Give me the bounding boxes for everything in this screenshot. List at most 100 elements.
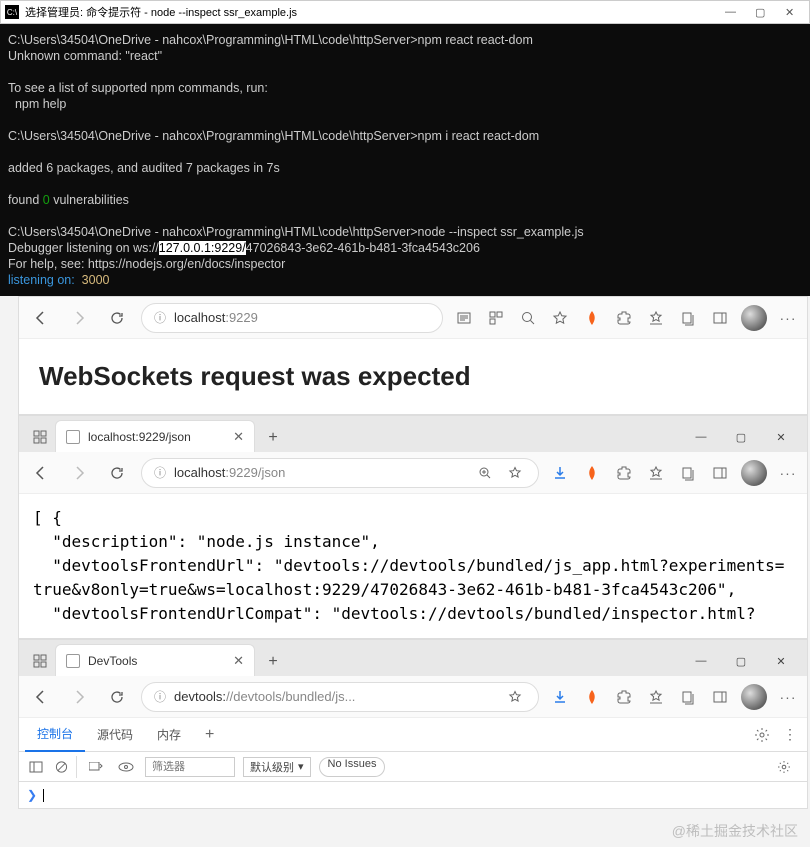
collections-icon[interactable]: [677, 307, 699, 329]
tab-console[interactable]: 控制台: [25, 718, 85, 752]
window-controls: — ▢ ✕: [681, 646, 801, 676]
url-text: devtools://devtools/bundled/js...: [174, 689, 496, 704]
address-bar[interactable]: ⓘ devtools://devtools/bundled/js...: [141, 682, 539, 712]
minimize-button[interactable]: —: [681, 646, 721, 676]
maximize-button[interactable]: ▢: [721, 422, 761, 452]
favorite-icon[interactable]: [504, 686, 526, 708]
context-selector[interactable]: [85, 756, 107, 778]
extensions-icon[interactable]: [613, 462, 635, 484]
filter-input[interactable]: [145, 757, 235, 777]
site-info-icon[interactable]: ⓘ: [154, 464, 166, 481]
qr-icon[interactable]: [485, 307, 507, 329]
terminal-title: 选择管理员: 命令提示符 - node --inspect ssr_exampl…: [25, 4, 725, 20]
page-icon: [66, 654, 80, 668]
console-input[interactable]: ❯: [19, 782, 807, 808]
page-heading: WebSockets request was expected: [33, 351, 793, 402]
extensions-icon[interactable]: [613, 307, 635, 329]
forward-button[interactable]: [65, 459, 93, 487]
devtools-menu-icon[interactable]: ⋮: [779, 724, 801, 746]
menu-button[interactable]: ···: [777, 307, 799, 329]
console-settings-icon[interactable]: [773, 756, 795, 778]
profile-avatar[interactable]: [741, 684, 767, 710]
sidebar-icon[interactable]: [709, 307, 731, 329]
sidebar-icon[interactable]: [709, 462, 731, 484]
terminal-window: C:\ 选择管理员: 命令提示符 - node --inspect ssr_ex…: [0, 0, 810, 296]
address-bar[interactable]: ⓘ localhost:9229: [141, 303, 443, 333]
tab-close-button[interactable]: ✕: [233, 429, 244, 445]
url-text: localhost:9229/json: [174, 465, 466, 480]
site-info-icon[interactable]: ⓘ: [154, 309, 166, 326]
favorites-list-icon[interactable]: [645, 686, 667, 708]
extension-icon-1[interactable]: [581, 307, 603, 329]
tab-sources[interactable]: 源代码: [85, 718, 145, 752]
favorites-list-icon[interactable]: [645, 307, 667, 329]
back-button[interactable]: [27, 459, 55, 487]
refresh-button[interactable]: [103, 459, 131, 487]
page-icon: [66, 430, 80, 444]
new-tab-button[interactable]: +: [259, 424, 287, 452]
add-tab-button[interactable]: +: [193, 718, 226, 752]
json-response[interactable]: [ { "description": "node.js instance", "…: [33, 506, 793, 626]
reader-icon[interactable]: [453, 307, 475, 329]
collections-icon[interactable]: [677, 686, 699, 708]
toggle-sidebar-icon[interactable]: [25, 756, 47, 778]
collections-icon[interactable]: [677, 462, 699, 484]
watermark: @稀土掘金技术社区: [672, 821, 798, 841]
browser-window-2: localhost:9229/json ✕ + — ▢ ✕ ⓘ localhos…: [18, 415, 808, 639]
close-button[interactable]: ✕: [761, 422, 801, 452]
extension-icon-1[interactable]: [581, 462, 603, 484]
url-text: localhost:9229: [174, 310, 430, 325]
favorites-list-icon[interactable]: [645, 462, 667, 484]
minimize-button[interactable]: —: [681, 422, 721, 452]
browser-tab[interactable]: localhost:9229/json ✕: [55, 420, 255, 452]
window-controls: — ▢ ✕: [681, 422, 801, 452]
close-button[interactable]: ✕: [785, 6, 797, 18]
live-expression-icon[interactable]: [115, 756, 137, 778]
refresh-button[interactable]: [103, 683, 131, 711]
text-cursor: [43, 789, 44, 802]
settings-icon[interactable]: [751, 724, 773, 746]
tab-close-button[interactable]: ✕: [233, 653, 244, 669]
profile-avatar[interactable]: [741, 305, 767, 331]
forward-button[interactable]: [65, 304, 93, 332]
extensions-icon[interactable]: [613, 686, 635, 708]
site-info-icon[interactable]: ⓘ: [154, 688, 166, 705]
download-icon[interactable]: [549, 462, 571, 484]
menu-button[interactable]: ···: [777, 462, 799, 484]
sidebar-icon[interactable]: [709, 686, 731, 708]
download-icon[interactable]: [549, 686, 571, 708]
forward-button[interactable]: [65, 683, 93, 711]
close-button[interactable]: ✕: [761, 646, 801, 676]
new-tab-button[interactable]: +: [259, 648, 287, 676]
favorite-icon[interactable]: [504, 462, 526, 484]
back-button[interactable]: [27, 304, 55, 332]
menu-button[interactable]: ···: [777, 686, 799, 708]
tab-actions-button[interactable]: [25, 646, 55, 676]
tab-memory[interactable]: 内存: [145, 718, 193, 752]
profile-avatar[interactable]: [741, 460, 767, 486]
tab-title: localhost:9229/json: [88, 430, 225, 444]
terminal-output[interactable]: C:\Users\34504\OneDrive - nahcox\Program…: [0, 24, 810, 296]
address-bar[interactable]: ⓘ localhost:9229/json: [141, 458, 539, 488]
maximize-button[interactable]: ▢: [755, 6, 767, 18]
devtools-tabstrip: 控制台 源代码 内存 + ⋮: [19, 718, 807, 752]
zoom-icon[interactable]: [517, 307, 539, 329]
refresh-button[interactable]: [103, 304, 131, 332]
extension-icon-1[interactable]: [581, 686, 603, 708]
console-filter-bar: 默认级别▾ No Issues: [19, 752, 807, 782]
back-button[interactable]: [27, 683, 55, 711]
zoom-indicator-icon[interactable]: [474, 462, 496, 484]
maximize-button[interactable]: ▢: [721, 646, 761, 676]
browser3-tabstrip: DevTools ✕ + — ▢ ✕: [19, 640, 807, 676]
browser3-toolbar: ⓘ devtools://devtools/bundled/js... ···: [19, 676, 807, 718]
tab-actions-button[interactable]: [25, 422, 55, 452]
clear-console-icon[interactable]: [55, 756, 77, 778]
browser-tab[interactable]: DevTools ✕: [55, 644, 255, 676]
favorite-icon[interactable]: [549, 307, 571, 329]
browser2-content: [ { "description": "node.js instance", "…: [19, 494, 807, 638]
browser1-content: WebSockets request was expected: [19, 339, 807, 414]
log-level-select[interactable]: 默认级别▾: [243, 757, 311, 777]
tab-title: DevTools: [88, 654, 225, 668]
issues-button[interactable]: No Issues: [319, 757, 386, 777]
minimize-button[interactable]: —: [725, 6, 737, 18]
